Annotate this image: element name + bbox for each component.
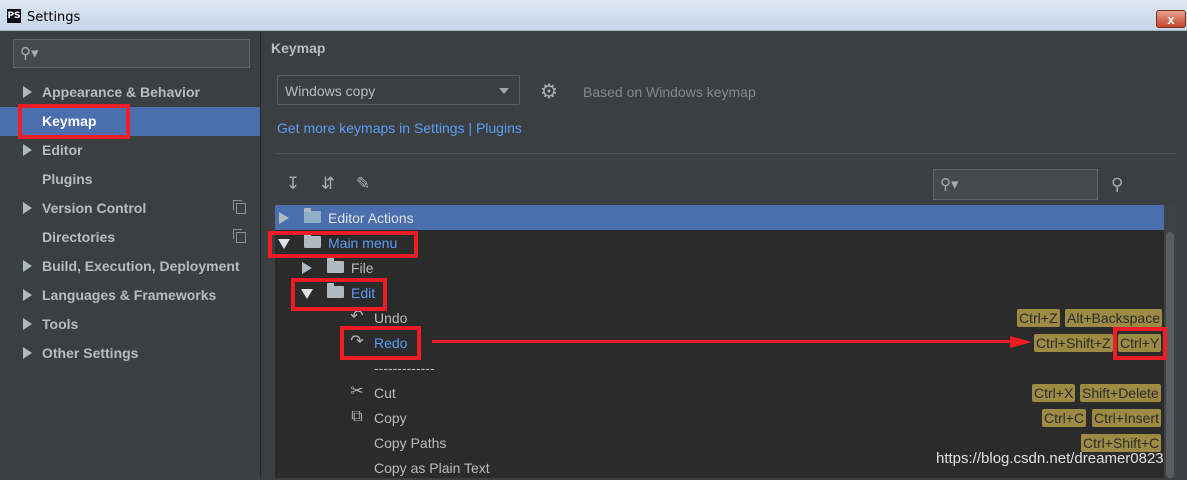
tree-row-cut[interactable]: ✂ Cut Ctrl+X Shift+Delete [275, 380, 1176, 405]
shortcut-badge: Alt+Backspace [1065, 309, 1162, 327]
filter-search-input[interactable]: ⚲▾ [933, 169, 1098, 200]
search-icon: ⚲▾ [940, 176, 959, 193]
tree-row-file[interactable]: File [275, 255, 1176, 280]
watermark: https://blog.csdn.net/dreamer0823 [936, 450, 1164, 467]
sidebar-item-label: Other Settings [42, 345, 139, 361]
chevron-down-icon [499, 88, 509, 94]
sidebar-item-label: Editor [42, 142, 83, 158]
copy-icon [233, 200, 246, 214]
annotation-arrow-head [1010, 336, 1032, 348]
tree-row-label: Undo [374, 310, 408, 326]
expand-arrow-icon [23, 318, 32, 330]
keymap-select-value: Windows copy [285, 83, 376, 99]
tree-row-label: Copy [374, 410, 407, 426]
annotation-box [1113, 327, 1167, 360]
keymap-select[interactable]: Windows copy [277, 75, 520, 105]
copy-icon: ⧉ [351, 408, 363, 425]
sidebar-item-appearance-behavior[interactable]: Appearance & Behavior [0, 78, 260, 107]
tree-row-label: Editor Actions [328, 210, 414, 226]
sidebar-item-label: Languages & Frameworks [42, 287, 217, 303]
shortcut-badge: Ctrl+Z [1017, 309, 1060, 327]
edit-icon[interactable]: ✎ [353, 174, 373, 194]
expand-arrow-icon [302, 262, 312, 274]
sidebar-search-input[interactable]: ⚲▾ [13, 39, 250, 68]
collapse-all-icon[interactable]: ⇵ [318, 174, 338, 194]
sidebar-item-label: Tools [42, 316, 79, 332]
expand-arrow-icon [23, 289, 32, 301]
tree-row-editor-actions[interactable]: Editor Actions [275, 205, 1176, 230]
sidebar-item-version-control[interactable]: Version Control [0, 194, 260, 223]
expand-arrow-icon [23, 347, 32, 359]
tree-row-label: Cut [374, 385, 396, 401]
annotation-box [268, 231, 418, 258]
shortcut-badge: Shift+Delete [1080, 384, 1161, 402]
tree-row-copy[interactable]: ⧉ Copy Ctrl+C Ctrl+Insert [275, 405, 1176, 430]
app-icon: PS [7, 9, 21, 23]
annotation-box [18, 104, 130, 139]
expand-all-icon[interactable]: ↧ [283, 174, 303, 194]
expand-arrow-icon [279, 212, 289, 224]
window-title-bar [0, 0, 1187, 31]
settings-sidebar: ⚲▾ Appearance & Behavior Keymap Editor P… [0, 31, 261, 478]
tree-row-label: File [351, 260, 374, 276]
sidebar-item-label: Directories [42, 229, 116, 245]
based-on-text: Based on Windows keymap [583, 84, 756, 100]
divider [275, 153, 1177, 154]
sidebar-item-other-settings[interactable]: Other Settings [0, 339, 260, 368]
sidebar-item-editor[interactable]: Editor [0, 136, 260, 165]
annotation-box [291, 278, 387, 311]
shortcut-badge: Ctrl+Shift+Z [1034, 334, 1113, 352]
annotation-box [340, 326, 421, 360]
search-icon: ⚲▾ [20, 45, 39, 62]
sidebar-item-tools[interactable]: Tools [0, 310, 260, 339]
gear-icon[interactable]: ⚙ [540, 82, 560, 102]
expand-arrow-icon [23, 260, 32, 272]
tree-row-label: Copy as Plain Text [374, 460, 490, 476]
copy-icon [233, 229, 246, 243]
scrollbar-thumb[interactable] [1166, 232, 1174, 478]
page-title: Keymap [271, 40, 326, 56]
tree-row-label: Copy Paths [374, 435, 447, 451]
find-by-shortcut-icon[interactable]: ⚲ [1111, 175, 1123, 195]
tree-row-label: ------------- [374, 360, 435, 376]
shortcut-badge: Ctrl+C [1042, 409, 1087, 427]
expand-arrow-icon [23, 144, 32, 156]
sidebar-item-label: Build, Execution, Deployment [42, 258, 240, 274]
folder-icon [327, 258, 344, 273]
close-button[interactable]: x [1156, 10, 1186, 28]
sidebar-item-label: Plugins [42, 171, 93, 187]
expand-arrow-icon [23, 86, 32, 98]
shortcut-badge: Ctrl+X [1032, 384, 1076, 402]
window-title: Settings [27, 10, 81, 25]
expand-arrow-icon [23, 202, 32, 214]
more-keymaps-link[interactable]: Get more keymaps in Settings | Plugins [277, 120, 522, 136]
sidebar-item-label: Appearance & Behavior [42, 84, 200, 100]
scissors-icon: ✂ [350, 383, 364, 400]
annotation-arrow [432, 340, 1012, 343]
sidebar-item-languages[interactable]: Languages & Frameworks [0, 281, 260, 310]
shortcut-badge: Ctrl+Insert [1092, 409, 1161, 427]
sidebar-item-build[interactable]: Build, Execution, Deployment [0, 252, 260, 281]
sidebar-item-plugins[interactable]: Plugins [0, 165, 260, 194]
folder-icon [304, 208, 321, 223]
sidebar-item-label: Version Control [42, 200, 147, 216]
sidebar-item-directories[interactable]: Directories [0, 223, 260, 252]
tree-row-edit[interactable]: Edit [275, 280, 1176, 305]
